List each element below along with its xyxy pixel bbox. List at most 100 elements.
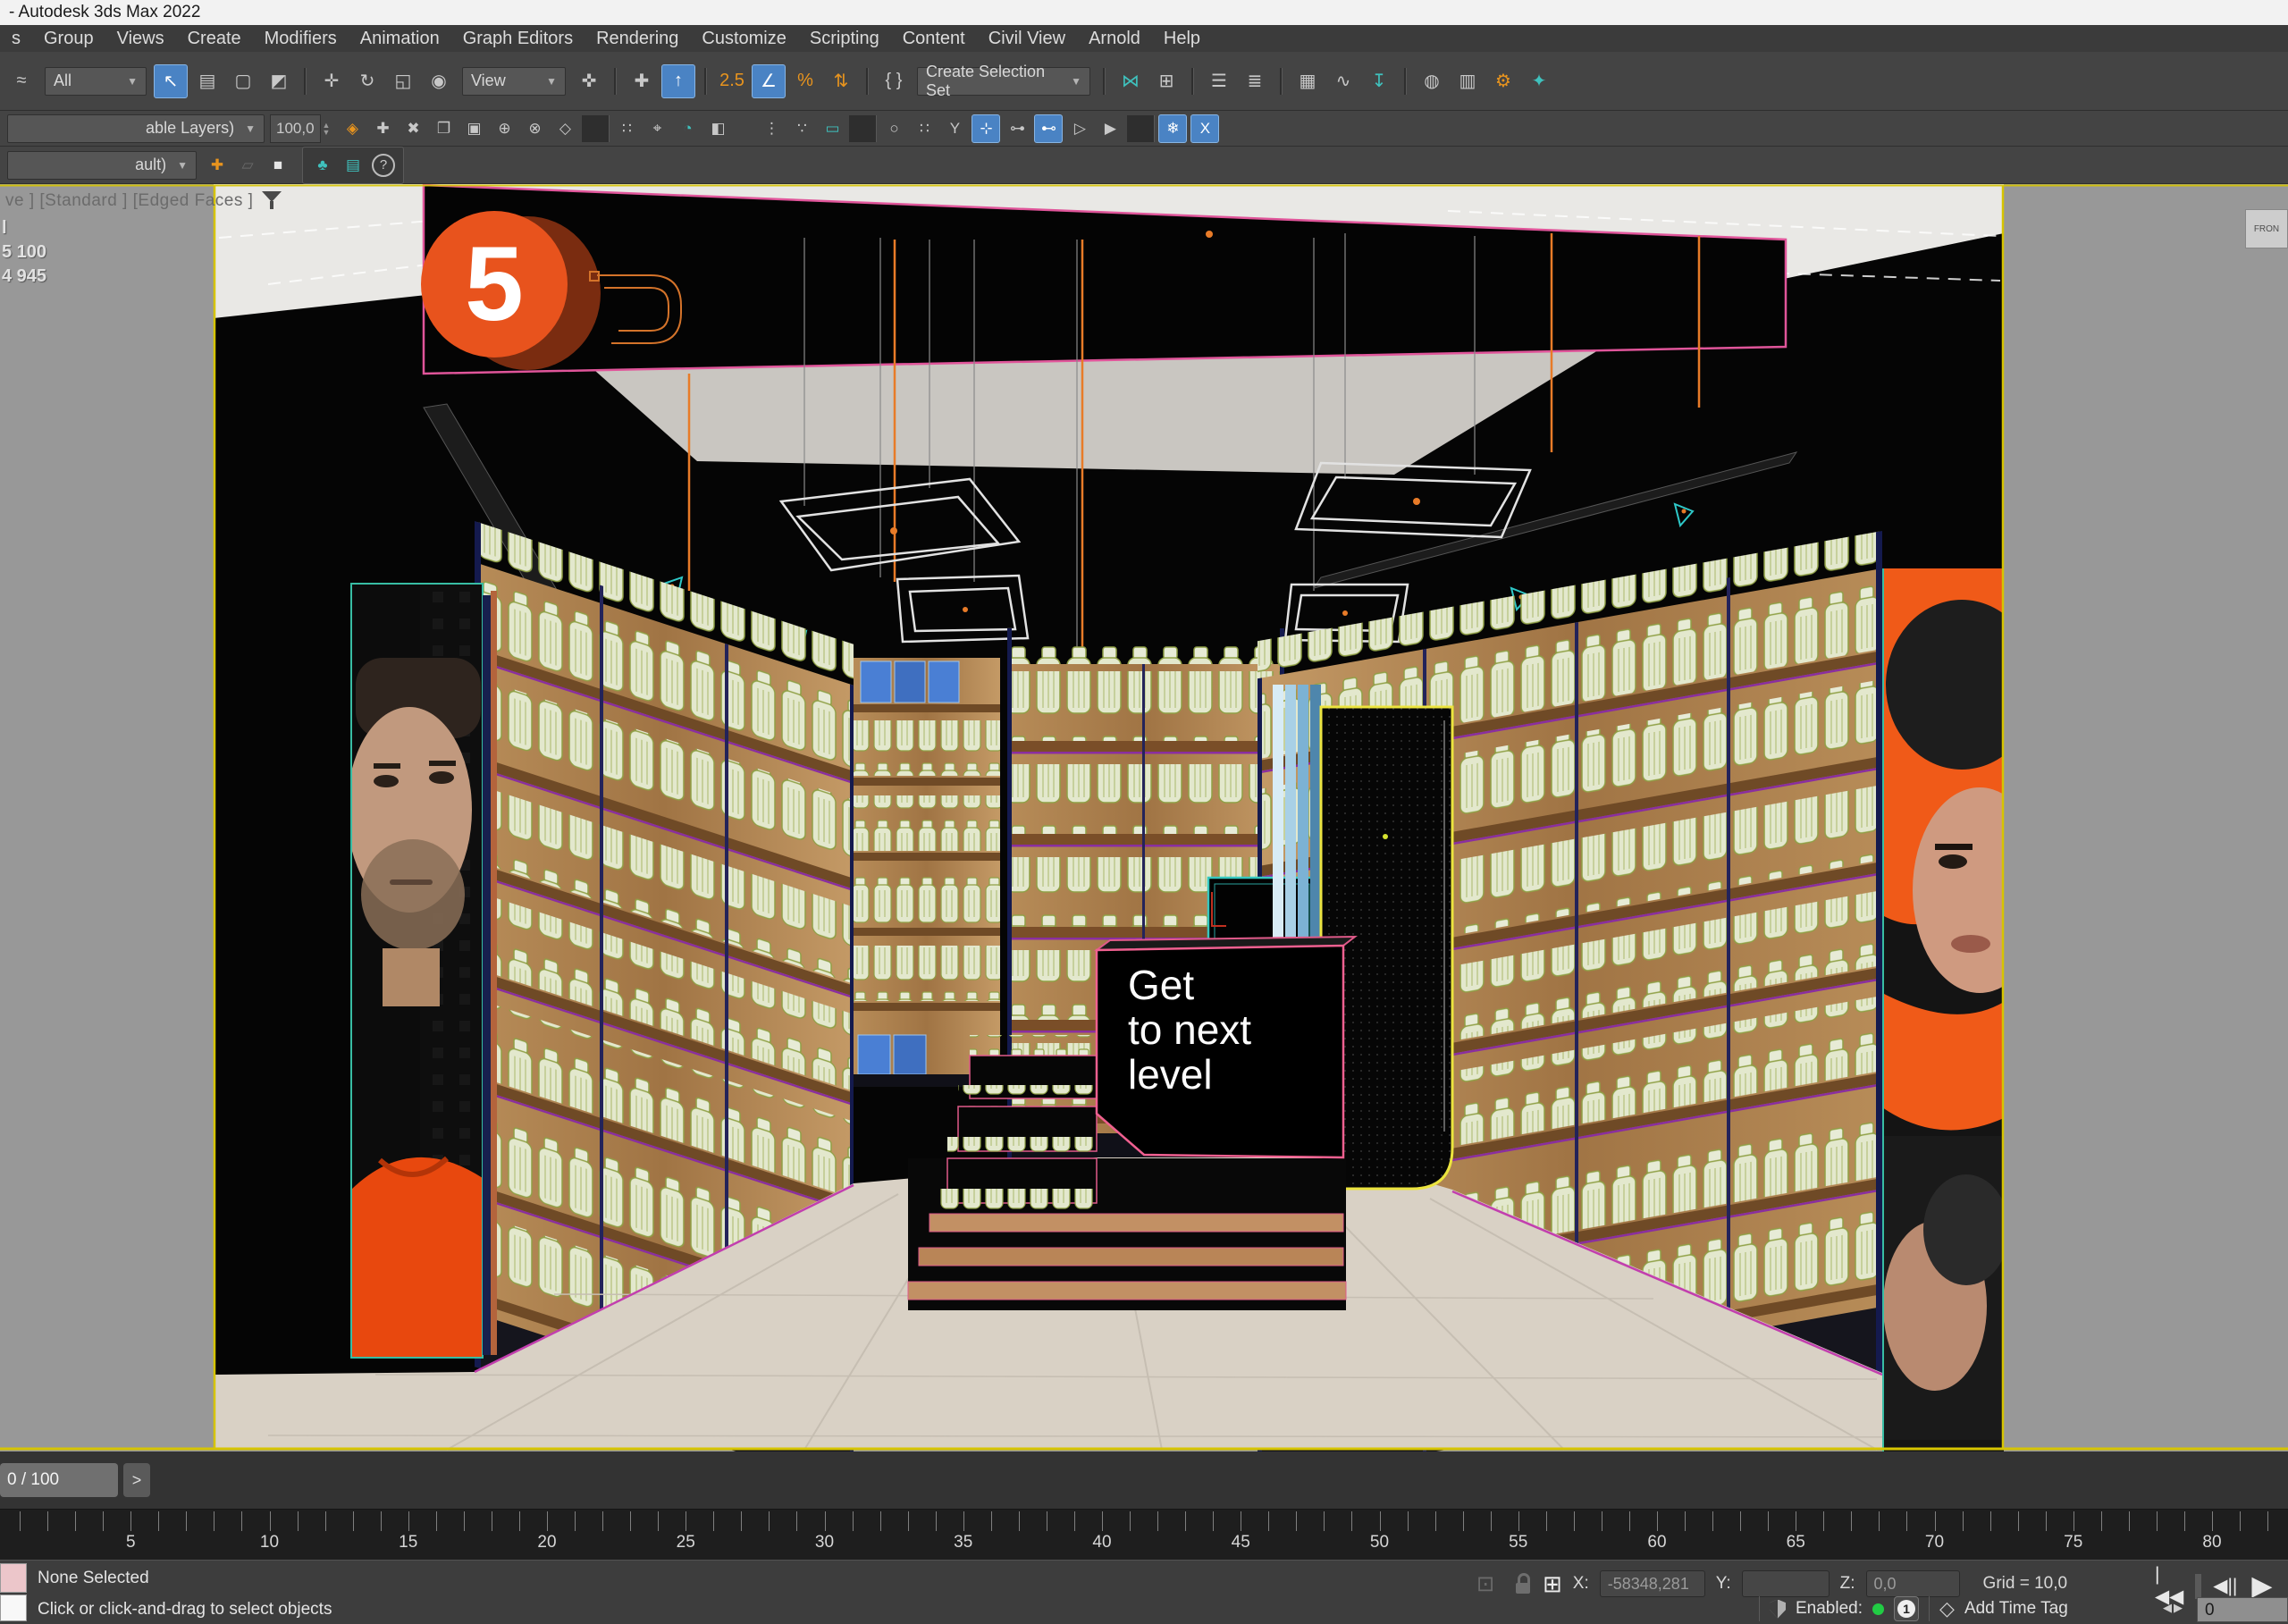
angle-snap-toggle-icon[interactable]: ∠ <box>752 64 786 98</box>
menu-item[interactable]: Customize <box>690 25 797 52</box>
document-list-icon[interactable]: ▤ <box>340 152 366 179</box>
reference-coordinate-dropdown[interactable]: View▼ <box>462 67 566 96</box>
snap-axis-constraint-icon[interactable]: X <box>1190 114 1219 143</box>
enable-anim-layers-icon[interactable]: ◈ <box>339 115 366 142</box>
snap-normal-icon[interactable]: ▷ <box>1066 115 1093 142</box>
current-frame-field[interactable]: 0 <box>2197 1597 2288 1622</box>
menu-item[interactable]: Create <box>176 25 253 52</box>
selection-filter-dropdown[interactable]: All▼ <box>45 67 147 96</box>
snap-grid-points-icon[interactable]: ∵ <box>788 115 815 142</box>
menu-item[interactable]: Views <box>105 25 176 52</box>
snap-dots-icon[interactable]: ⋮ <box>758 115 785 142</box>
previous-frame-button[interactable]: ◀|| <box>2210 1575 2240 1597</box>
menu-item[interactable]: s <box>0 25 32 52</box>
merge-anim-layer-icon[interactable]: ⊗ <box>521 115 548 142</box>
white-square-icon[interactable]: ■ <box>265 152 291 179</box>
x-coordinate-field[interactable]: -58348,281 <box>1600 1570 1705 1597</box>
menu-item[interactable]: Scripting <box>798 25 891 52</box>
frame-counter[interactable]: 0 / 100 <box>0 1463 118 1497</box>
add-time-tag[interactable]: Add Time Tag <box>1964 1599 2068 1619</box>
curve-editor-icon[interactable]: ▦ <box>1291 65 1324 97</box>
layer-stack-icon[interactable]: ▱ <box>234 152 261 179</box>
next-frame-button-partial[interactable]: || <box>2284 1576 2288 1597</box>
workspace-dropdown[interactable]: ault)▼ <box>7 151 197 180</box>
anim-target-icon[interactable]: ⌖ <box>644 115 670 142</box>
select-and-scale-icon[interactable]: ◱ <box>387 65 419 97</box>
menu-item[interactable]: Civil View <box>977 25 1077 52</box>
select-by-name-icon[interactable]: ▤ <box>191 65 223 97</box>
snap-ruler-icon[interactable]: ▭ <box>819 115 845 142</box>
y-coordinate-field[interactable] <box>1742 1570 1830 1597</box>
mid-shelf-unit[interactable] <box>854 658 1000 1087</box>
paste-anim-layer-icon[interactable]: ▣ <box>460 115 487 142</box>
help-icon[interactable]: ? <box>370 152 397 179</box>
anim-layers-dropdown[interactable]: able Layers)▼ <box>7 114 265 143</box>
menu-item[interactable]: Content <box>891 25 977 52</box>
isolate-selection-icon[interactable]: ⊡ <box>1469 1568 1502 1600</box>
menu-item[interactable]: Rendering <box>585 25 690 52</box>
layer-weight-field[interactable]: 100,0 <box>270 114 321 143</box>
menu-item[interactable]: Help <box>1152 25 1212 52</box>
schematic-view-icon[interactable]: ∿ <box>1327 65 1359 97</box>
bind-to-space-warp-icon[interactable]: ≈ <box>5 65 38 97</box>
collapse-anim-layer-icon[interactable]: ⊕ <box>491 115 517 142</box>
snap-grid-lines-icon[interactable]: ∷ <box>911 115 938 142</box>
add-anim-layer-icon[interactable]: ✚ <box>369 115 396 142</box>
next-frame-button[interactable]: > <box>123 1463 150 1497</box>
z-coordinate-field[interactable]: 0,0 <box>1866 1570 1960 1597</box>
spinner-snap-icon[interactable]: ⇅ <box>825 65 857 97</box>
selection-region-icon[interactable]: ▢ <box>227 65 259 97</box>
render-production-icon[interactable]: ✦ <box>1523 65 1555 97</box>
align-icon[interactable]: ⊞ <box>1150 65 1182 97</box>
scene-canvas[interactable]: 5 <box>0 184 2288 1452</box>
copy-anim-layer-icon[interactable]: ❐ <box>430 115 457 142</box>
snap-midpoint-icon[interactable]: ⊶ <box>1004 115 1030 142</box>
mirror-icon[interactable]: ⋈ <box>1115 65 1147 97</box>
filter-funnel-icon[interactable] <box>262 191 283 211</box>
percent-snap-icon[interactable]: % <box>789 65 821 97</box>
selection-lock-icon[interactable] <box>1514 1573 1532 1595</box>
maxscript-mini-listener-script[interactable] <box>0 1595 27 1621</box>
select-object-icon[interactable]: ↖ <box>154 64 188 98</box>
layer-properties-icon[interactable]: ◇ <box>551 115 578 142</box>
snap-endpoint-icon[interactable]: ⊹ <box>972 114 1000 143</box>
window-crossing-icon[interactable]: ◩ <box>263 65 295 97</box>
select-and-rotate-icon[interactable]: ↻ <box>351 65 383 97</box>
frame-spinner[interactable]: ◀▶ <box>2163 1601 2184 1615</box>
rendered-frame-window-icon[interactable]: ▥ <box>1451 65 1484 97</box>
render-setup-icon[interactable]: ⚙ <box>1487 65 1519 97</box>
snap-25d-icon[interactable]: 2.5 <box>716 65 748 97</box>
maxscript-mini-listener-macro[interactable] <box>0 1563 27 1593</box>
use-pivot-center-icon[interactable]: ✜ <box>573 65 605 97</box>
audio-amplitude-icon[interactable]: ◔ <box>674 115 701 142</box>
track-bar[interactable]: 5101520253035404550556065707580 <box>0 1509 2288 1561</box>
viewport-label[interactable]: ve ] [Standard ] [Edged Faces ] <box>5 191 283 211</box>
snap-face-icon[interactable]: ▶ <box>1097 115 1123 142</box>
shield-icon[interactable] <box>1770 1600 1786 1619</box>
snap-circle-icon[interactable]: ○ <box>880 115 907 142</box>
menu-item[interactable]: Graph Editors <box>451 25 585 52</box>
populate-icon[interactable]: ♣ <box>309 152 336 179</box>
toggle-ribbon-icon[interactable]: ↧ <box>1363 65 1395 97</box>
layer-explorer-icon[interactable]: ☰ <box>1203 65 1235 97</box>
enabled-count-badge[interactable]: 1 <box>1894 1596 1919 1621</box>
menu-item[interactable]: Animation <box>349 25 451 52</box>
snap-pivot-icon[interactable]: Y <box>941 115 968 142</box>
layer-weight-spinner[interactable]: ▲▼ <box>323 122 331 136</box>
menu-item[interactable]: Modifiers <box>253 25 349 52</box>
select-and-place-icon[interactable]: ◉ <box>423 65 455 97</box>
viewport[interactable]: 5 <box>0 184 2288 1452</box>
select-and-manipulate-icon[interactable]: ✚ <box>626 65 658 97</box>
select-and-move-icon[interactable]: ✛ <box>315 65 348 97</box>
transform-typein-icon[interactable]: ⊞ <box>1543 1570 1562 1598</box>
viewcube[interactable]: FRON <box>2245 209 2288 248</box>
menu-item[interactable]: Group <box>32 25 105 52</box>
man-banner[interactable] <box>347 584 483 1358</box>
snap-frozen-icon[interactable]: ❄ <box>1158 114 1187 143</box>
delete-anim-layer-icon[interactable]: ✖ <box>400 115 426 142</box>
add-layer-icon[interactable]: ✚ <box>204 152 231 179</box>
named-selection-set-dropdown[interactable]: Create Selection Set▼ <box>917 67 1090 96</box>
slogan-counter[interactable]: Get to next level <box>1097 937 1355 1157</box>
keyboard-shortcut-override-icon[interactable]: ↑ <box>661 64 695 98</box>
material-editor-icon[interactable]: ◍ <box>1416 65 1448 97</box>
